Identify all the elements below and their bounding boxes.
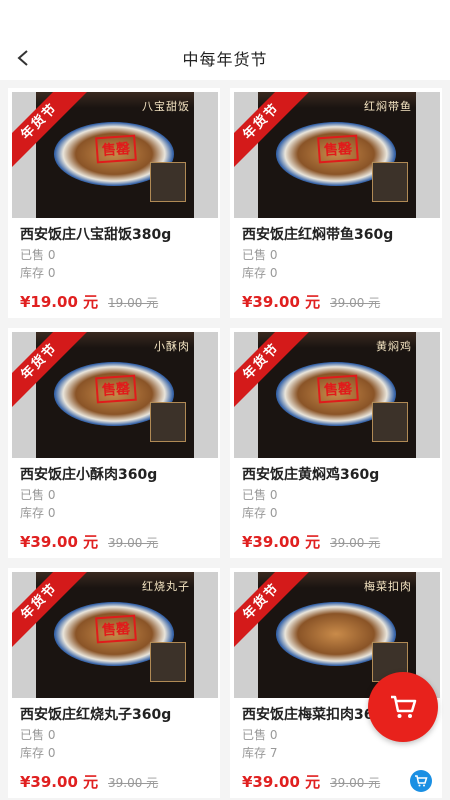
top-bar: 中每年货节 [0, 0, 450, 80]
sold-count: 已售 0 [242, 488, 278, 502]
original-price: 39.00 元 [330, 776, 381, 790]
price: ¥19.00 元 [20, 293, 99, 311]
product-image: 黄焖鸡 售罄 年货节 [234, 332, 440, 458]
page-title: 中每年货节 [182, 50, 268, 69]
shopping-cart-icon [391, 695, 417, 718]
dish-label: 小酥肉 [154, 340, 190, 353]
sold-out-stamp: 售罄 [95, 374, 137, 404]
stock-count: 库存 7 [242, 746, 278, 760]
stock-count: 库存 0 [242, 266, 278, 280]
product-name: 西安饭庄红烧丸子360g [20, 707, 172, 723]
original-price: 39.00 元 [108, 776, 159, 790]
sold-count: 已售 0 [20, 728, 56, 742]
add-to-cart-button[interactable] [410, 770, 432, 792]
product-card[interactable]: 黄焖鸡 售罄 年货节 西安饭庄黄焖鸡360g 已售 0 库存 0 ¥39.00 … [230, 328, 442, 558]
stock-count: 库存 0 [242, 506, 278, 520]
product-card[interactable]: 八宝甜饭 售罄 年货节 西安饭庄八宝甜饭380g 已售 0 库存 0 ¥19.0… [8, 88, 220, 318]
cart-fab-button[interactable] [368, 672, 438, 742]
stock-count: 库存 0 [20, 746, 56, 760]
sold-count: 已售 0 [20, 488, 56, 502]
product-card[interactable]: 小酥肉 售罄 年货节 西安饭庄小酥肉360g 已售 0 库存 0 ¥39.00 … [8, 328, 220, 558]
product-image: 小酥肉 售罄 年货节 [12, 332, 218, 458]
product-name: 西安饭庄八宝甜饭380g [20, 227, 172, 243]
product-image: 红焖带鱼 售罄 年货节 [234, 92, 440, 218]
price: ¥39.00 元 [20, 533, 99, 551]
sold-count: 已售 0 [242, 248, 278, 262]
price: ¥39.00 元 [20, 773, 99, 791]
sold-out-stamp: 售罄 [95, 134, 137, 164]
sold-out-stamp: 售罄 [317, 134, 359, 164]
product-image: 红烧丸子 售罄 年货节 [12, 572, 218, 698]
dish-label: 八宝甜饭 [142, 100, 190, 113]
product-card[interactable]: 红焖带鱼 售罄 年货节 西安饭庄红焖带鱼360g 已售 0 库存 0 ¥39.0… [230, 88, 442, 318]
original-price: 39.00 元 [108, 536, 159, 550]
sold-count: 已售 0 [20, 248, 56, 262]
product-name: 西安饭庄小酥肉360g [20, 467, 158, 483]
dish-label: 红焖带鱼 [364, 100, 412, 113]
product-card[interactable]: 红烧丸子 售罄 年货节 西安饭庄红烧丸子360g 已售 0 库存 0 ¥39.0… [8, 568, 220, 798]
price: ¥39.00 元 [242, 773, 321, 791]
dish-label: 梅菜扣肉 [364, 580, 412, 593]
dish-label: 红烧丸子 [142, 580, 190, 593]
original-price: 39.00 元 [330, 296, 381, 310]
dish-label: 黄焖鸡 [376, 340, 412, 353]
stock-count: 库存 0 [20, 266, 56, 280]
sold-out-stamp: 售罄 [317, 374, 359, 404]
product-image: 八宝甜饭 售罄 年货节 [12, 92, 218, 218]
sold-count: 已售 0 [242, 728, 278, 742]
stock-count: 库存 0 [20, 506, 56, 520]
original-price: 19.00 元 [108, 296, 159, 310]
product-name: 西安饭庄黄焖鸡360g [242, 467, 380, 483]
cart-icon [415, 775, 428, 787]
sold-out-stamp: 售罄 [95, 614, 137, 644]
original-price: 39.00 元 [330, 536, 381, 550]
product-name: 西安饭庄红焖带鱼360g [242, 227, 394, 243]
price: ¥39.00 元 [242, 533, 321, 551]
price: ¥39.00 元 [242, 293, 321, 311]
